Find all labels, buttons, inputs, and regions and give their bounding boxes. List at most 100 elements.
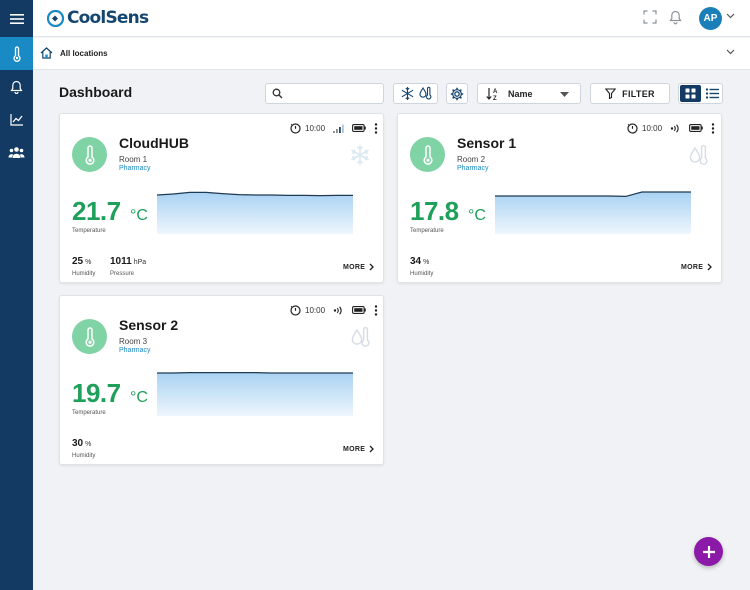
trend-area bbox=[157, 372, 353, 416]
sidebar-item-sensors[interactable] bbox=[0, 37, 33, 70]
more-link[interactable]: MORE bbox=[343, 263, 375, 271]
filter-button[interactable]: FILTER bbox=[590, 83, 670, 104]
temperature-value: 21.7 bbox=[72, 196, 121, 226]
clock-icon bbox=[627, 122, 638, 134]
trend-area bbox=[495, 192, 691, 234]
metric-value: 30 bbox=[72, 438, 84, 449]
signal-bars-icon bbox=[333, 124, 344, 133]
sensor-room: Room 1 bbox=[119, 155, 148, 164]
grid-view-button[interactable] bbox=[680, 85, 701, 102]
droplet-thermometer-icon bbox=[351, 326, 370, 347]
last-update-time: 10:00 bbox=[305, 305, 326, 315]
search-icon bbox=[272, 88, 283, 99]
metric-value: 25 bbox=[72, 256, 84, 267]
sensor-type-toggle[interactable] bbox=[393, 83, 438, 104]
snowflake-icon[interactable] bbox=[400, 86, 415, 101]
sensor-type-icon bbox=[349, 144, 371, 171]
more-label: MORE bbox=[681, 263, 704, 271]
sidebar bbox=[0, 0, 33, 590]
metric-value: 34 bbox=[410, 256, 422, 267]
sensor-type-icon bbox=[689, 144, 709, 173]
metric-0: 25% Humidity bbox=[72, 251, 95, 277]
more-vertical-icon[interactable] bbox=[374, 122, 378, 134]
clock-icon bbox=[290, 304, 301, 316]
more-link[interactable]: MORE bbox=[343, 445, 375, 453]
view-toggle bbox=[678, 83, 723, 104]
radio-waves-icon bbox=[670, 123, 679, 133]
sensor-category: Pharmacy bbox=[457, 165, 489, 172]
location-label: All locations bbox=[60, 49, 108, 58]
brand-logo[interactable]: CoolSens bbox=[47, 8, 149, 28]
thermometer-icon bbox=[85, 144, 94, 165]
metric-1: 1011 hPa Pressure bbox=[110, 251, 146, 277]
metric-unit: % bbox=[423, 259, 430, 266]
card-status-bar: 10:00 bbox=[290, 121, 378, 135]
temperature-trend-chart bbox=[157, 191, 353, 234]
funnel-icon bbox=[605, 88, 617, 99]
sensor-room: Room 2 bbox=[457, 155, 486, 164]
settings-button[interactable] bbox=[446, 83, 468, 104]
sort-select[interactable]: AZ Name bbox=[477, 83, 581, 104]
metric-label: Humidity bbox=[410, 271, 434, 277]
sort-value: Name bbox=[508, 88, 533, 99]
sensor-type-icon bbox=[351, 326, 371, 355]
thermometer-icon bbox=[12, 45, 21, 62]
list-icon bbox=[706, 88, 719, 99]
sensor-card[interactable]: 10:00 CloudHUB Room 1 Pharmacy 21.7 °C T… bbox=[59, 113, 384, 283]
more-link[interactable]: MORE bbox=[681, 263, 713, 271]
sensor-card[interactable]: 10:00 Sensor 2 Room 3 Pharmacy 19.7 °C T… bbox=[59, 295, 384, 465]
chevron-right-icon bbox=[369, 263, 375, 271]
fullscreen-icon[interactable] bbox=[643, 10, 657, 24]
sidebar-item-alerts[interactable] bbox=[0, 70, 33, 103]
temperature-unit: °C bbox=[130, 207, 148, 224]
sensor-name[interactable]: CloudHUB bbox=[119, 135, 189, 151]
metric-label: Humidity bbox=[72, 271, 96, 277]
droplet-thermometer-icon bbox=[689, 144, 708, 165]
coolsens-logo-icon bbox=[47, 9, 64, 27]
sensor-status-circle bbox=[72, 319, 107, 354]
search-field[interactable] bbox=[265, 83, 384, 104]
metric-0: 34% Humidity bbox=[410, 251, 433, 277]
metric-label: Humidity bbox=[72, 453, 96, 459]
temperature-trend-chart bbox=[157, 371, 353, 416]
temperature-label: Temperature bbox=[72, 228, 106, 234]
users-icon bbox=[8, 147, 25, 158]
location-bar[interactable]: All locations bbox=[33, 38, 750, 70]
droplet-thermometer-icon[interactable] bbox=[418, 86, 432, 101]
temperature-label: Temperature bbox=[410, 228, 444, 234]
brand-name: CoolSens bbox=[67, 8, 149, 28]
sidebar-item-reports[interactable] bbox=[0, 103, 33, 136]
chevron-down-icon[interactable] bbox=[726, 13, 735, 19]
page-title: Dashboard bbox=[59, 84, 133, 100]
sensor-name[interactable]: Sensor 1 bbox=[457, 135, 516, 151]
chevron-right-icon bbox=[707, 263, 713, 271]
sensor-name[interactable]: Sensor 2 bbox=[119, 317, 178, 333]
more-vertical-icon[interactable] bbox=[711, 122, 715, 134]
battery-icon bbox=[352, 124, 366, 132]
card-status-bar: 10:00 bbox=[627, 121, 715, 135]
chevron-down-icon[interactable] bbox=[726, 49, 735, 55]
filter-label: FILTER bbox=[622, 88, 655, 99]
svg-text:Z: Z bbox=[493, 96, 497, 101]
sensor-status-circle bbox=[72, 137, 107, 172]
more-label: MORE bbox=[343, 445, 366, 453]
sidebar-item-users[interactable] bbox=[0, 136, 33, 169]
trend-area bbox=[157, 192, 353, 234]
notifications-bell-icon[interactable] bbox=[669, 10, 682, 25]
temperature-value: 19.7 bbox=[72, 378, 121, 408]
sensor-status-circle bbox=[410, 137, 445, 172]
sensor-card[interactable]: 10:00 Sensor 1 Room 2 Pharmacy 17.8 °C T… bbox=[397, 113, 722, 283]
radio-waves-icon bbox=[333, 305, 342, 315]
user-avatar[interactable]: AP bbox=[699, 7, 722, 30]
more-vertical-icon[interactable] bbox=[374, 304, 378, 316]
grid-icon bbox=[685, 88, 696, 99]
metric-unit: hPa bbox=[133, 259, 147, 266]
caret-down-icon bbox=[560, 92, 569, 97]
add-sensor-button[interactable] bbox=[694, 537, 723, 566]
search-input[interactable] bbox=[286, 86, 380, 101]
metric-label: Pressure bbox=[110, 271, 135, 277]
menu-button[interactable] bbox=[0, 0, 33, 37]
list-view-button[interactable] bbox=[702, 85, 723, 102]
battery-icon bbox=[689, 124, 703, 132]
card-status-bar: 10:00 bbox=[290, 303, 378, 317]
